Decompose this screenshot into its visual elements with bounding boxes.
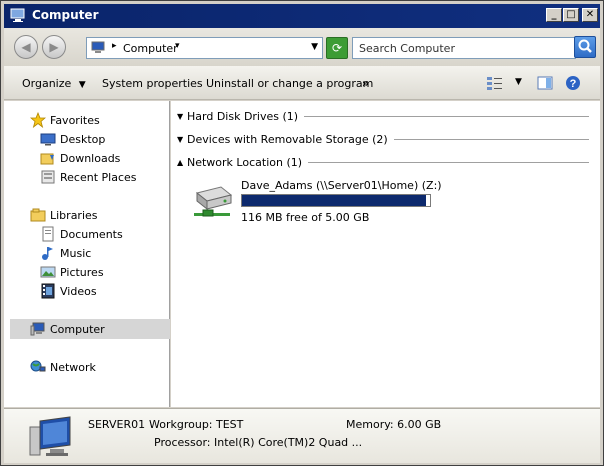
- drive-free-space: 116 MB free of 5.00 GB: [241, 211, 370, 224]
- music-icon: [42, 247, 53, 260]
- address-field[interactable]: ▸ Computer ▾ ▼: [86, 37, 323, 59]
- breadcrumb-dropdown-icon[interactable]: ▾: [175, 41, 180, 51]
- nav-label-desktop: Desktop: [60, 132, 106, 146]
- drive-name: Dave_Adams (\\Server01\Home) (Z:): [241, 179, 442, 192]
- organize-label: Organize: [22, 77, 72, 90]
- nav-label-computer: Computer: [50, 322, 105, 336]
- address-history-dropdown-icon[interactable]: ▼: [311, 42, 318, 52]
- nav-label-recent-places: Recent Places: [60, 170, 137, 184]
- processor-value: Processor: Intel(R) Core(TM)2 Quad ...: [154, 436, 363, 449]
- title-bar[interactable]: Computer _ □ ✕: [4, 4, 600, 28]
- forward-arrow-icon: ▶: [49, 40, 59, 54]
- forward-button[interactable]: ▶: [42, 35, 66, 59]
- change-view-icon[interactable]: [486, 75, 504, 91]
- recent-places-icon: [41, 170, 55, 184]
- navigation-pane: Favorites Desktop Downloads Recent Place…: [4, 101, 170, 407]
- chevron-down-icon: ▼: [78, 80, 86, 90]
- nav-item-libraries[interactable]: Libraries: [30, 206, 98, 224]
- documents-icon: [42, 226, 54, 242]
- nav-label-network: Network: [50, 360, 96, 374]
- nav-label-videos: Videos: [60, 284, 97, 298]
- window-title: Computer: [32, 8, 99, 22]
- refresh-icon: ⟳: [331, 41, 343, 55]
- content-pane: ▼ Hard Disk Drives (1) ▼ Devices with Re…: [171, 101, 600, 407]
- network-icon: [30, 360, 46, 372]
- breadcrumb-computer[interactable]: Computer: [123, 42, 178, 55]
- drive-capacity-bar: [241, 194, 431, 207]
- more-commands-button[interactable]: »: [362, 77, 369, 90]
- expanded-arrow-icon: ▲: [177, 157, 184, 167]
- nav-label-downloads: Downloads: [60, 151, 121, 165]
- search-button[interactable]: [574, 36, 596, 58]
- group-label: Hard Disk Drives (1): [187, 109, 299, 123]
- svg-text:?: ?: [570, 78, 577, 90]
- memory-value: Memory: 6.00 GB: [346, 418, 442, 431]
- help-icon[interactable]: ?: [565, 75, 581, 91]
- nav-item-videos[interactable]: Videos: [40, 282, 97, 300]
- nav-label-libraries: Libraries: [50, 208, 98, 222]
- star-icon: [30, 112, 46, 128]
- nav-item-network[interactable]: Network: [30, 358, 96, 376]
- system-properties-button[interactable]: System properties: [102, 77, 203, 90]
- group-divider: [304, 115, 589, 117]
- nav-item-music[interactable]: Music: [40, 244, 91, 262]
- group-label: Devices with Removable Storage (2): [187, 132, 388, 146]
- nav-label-music: Music: [60, 246, 92, 260]
- collapsed-arrow-icon: ▼: [177, 111, 184, 121]
- computer-icon: [29, 416, 71, 456]
- capacity-used-fill: [242, 195, 426, 206]
- pictures-icon: [40, 266, 56, 278]
- uninstall-program-button[interactable]: Uninstall or change a program: [206, 77, 373, 90]
- view-options-dropdown-icon[interactable]: ▼: [515, 77, 522, 87]
- group-divider: [308, 161, 589, 163]
- group-header-hard-disk-drives[interactable]: ▼ Hard Disk Drives (1): [177, 109, 589, 123]
- videos-icon: [41, 283, 55, 299]
- search-icon: [578, 39, 592, 53]
- nav-label-favorites: Favorites: [50, 113, 100, 127]
- address-bar: ◀ ▶ ▸ Computer ▾ ▼ ⟳ Search Computer: [4, 28, 600, 66]
- organize-menu[interactable]: Organize ▼: [22, 77, 86, 90]
- nav-item-recent-places[interactable]: Recent Places: [40, 168, 137, 186]
- search-input[interactable]: Search Computer: [352, 37, 576, 59]
- nav-label-documents: Documents: [60, 227, 123, 241]
- back-arrow-icon: ◀: [21, 40, 31, 54]
- computer-icon: [10, 8, 25, 22]
- preview-pane-icon[interactable]: [537, 75, 553, 91]
- close-button[interactable]: ✕: [582, 8, 598, 22]
- nav-item-favorites[interactable]: Favorites: [30, 111, 100, 129]
- downloads-folder-icon: [40, 153, 54, 165]
- group-header-network-location[interactable]: ▲ Network Location (1): [177, 155, 589, 169]
- nav-item-desktop[interactable]: Desktop: [40, 130, 105, 148]
- group-label: Network Location (1): [187, 155, 303, 169]
- nav-item-documents[interactable]: Documents: [40, 225, 123, 243]
- libraries-icon: [30, 208, 46, 222]
- nav-label-pictures: Pictures: [60, 265, 104, 279]
- nav-item-pictures[interactable]: Pictures: [40, 263, 104, 281]
- nav-item-downloads[interactable]: Downloads: [40, 149, 120, 167]
- command-bar: Organize ▼ System properties Uninstall o…: [4, 66, 600, 100]
- desktop-icon: [40, 133, 56, 146]
- network-drive-item[interactable]: Dave_Adams (\\Server01\Home) (Z:) 116 MB…: [189, 179, 451, 229]
- computer-icon: [91, 41, 105, 53]
- minimize-button[interactable]: _: [546, 8, 562, 22]
- collapsed-arrow-icon: ▼: [177, 134, 184, 144]
- group-divider: [393, 138, 589, 140]
- computer-name: SERVER01: [88, 418, 146, 431]
- breadcrumb-arrow-icon[interactable]: ▸: [112, 41, 117, 51]
- nav-item-computer[interactable]: Computer: [30, 320, 105, 338]
- group-header-removable-storage[interactable]: ▼ Devices with Removable Storage (2): [177, 132, 589, 146]
- explorer-window: Computer _ □ ✕ ◀ ▶ ▸ Computer ▾ ▼ ⟳ Sear…: [0, 0, 604, 466]
- network-drive-icon: [194, 186, 233, 217]
- workgroup-value: Workgroup: TEST: [149, 418, 244, 431]
- details-pane: SERVER01 Workgroup: TEST Memory: 6.00 GB…: [4, 408, 600, 463]
- maximize-button[interactable]: □: [563, 8, 579, 22]
- computer-icon: [30, 322, 45, 336]
- refresh-button[interactable]: ⟳: [326, 37, 348, 59]
- back-button[interactable]: ◀: [14, 35, 38, 59]
